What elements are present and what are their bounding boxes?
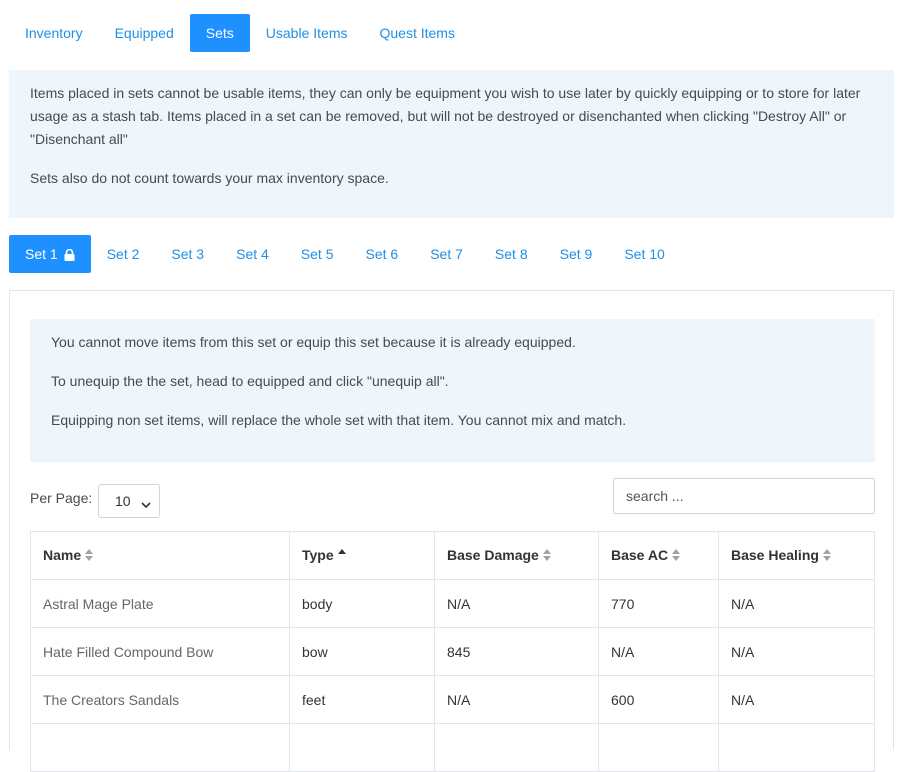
table-row[interactable]: The Creators Sandals feet N/A 600 N/A bbox=[30, 675, 875, 724]
item-name-cell bbox=[30, 723, 290, 772]
item-base-ac-cell: N/A bbox=[598, 627, 719, 676]
tab-set-6[interactable]: Set 6 bbox=[350, 235, 415, 273]
notice-line-1: You cannot move items from this set or e… bbox=[51, 334, 576, 350]
item-base-damage-cell: N/A bbox=[434, 675, 599, 724]
tab-sets[interactable]: Sets bbox=[189, 14, 250, 52]
item-base-ac-cell: 600 bbox=[598, 675, 719, 724]
item-base-healing-cell: N/A bbox=[718, 627, 875, 676]
top-tabs: Inventory Equipped Sets Usable Items Que… bbox=[9, 14, 471, 52]
tab-set-9[interactable]: Set 9 bbox=[544, 235, 609, 273]
table-header-row: Name Type Base Damage Base AC Base Heali… bbox=[30, 531, 875, 580]
tab-set-4[interactable]: Set 4 bbox=[220, 235, 285, 273]
item-type-cell bbox=[289, 723, 435, 772]
tab-set-5[interactable]: Set 5 bbox=[285, 235, 350, 273]
search-input[interactable] bbox=[613, 478, 875, 514]
item-base-healing-cell bbox=[718, 723, 875, 772]
table-row[interactable] bbox=[30, 723, 875, 772]
item-name-cell: The Creators Sandals bbox=[30, 675, 290, 724]
column-name-label: Name bbox=[43, 546, 82, 563]
item-base-damage-cell: 845 bbox=[434, 627, 599, 676]
per-page-value: 10 bbox=[115, 493, 131, 509]
set-items-table: Name Type Base Damage Base AC Base Heali… bbox=[30, 531, 875, 772]
item-type-cell: body bbox=[289, 579, 435, 628]
tab-set-10[interactable]: Set 10 bbox=[608, 235, 680, 273]
column-base-damage-label: Base Damage bbox=[447, 546, 539, 563]
item-name-cell: Astral Mage Plate bbox=[30, 579, 290, 628]
table-row[interactable]: Astral Mage Plate body N/A 770 N/A bbox=[30, 579, 875, 628]
per-page-select[interactable]: 10 bbox=[98, 484, 160, 518]
notice-line-3: Equipping non set items, will replace th… bbox=[51, 412, 627, 428]
column-header-base-healing[interactable]: Base Healing bbox=[718, 531, 875, 580]
item-name-cell: Hate Filled Compound Bow bbox=[30, 627, 290, 676]
column-header-type[interactable]: Type bbox=[289, 531, 435, 580]
lock-icon bbox=[64, 248, 75, 261]
table-row[interactable]: Hate Filled Compound Bow bow 845 N/A N/A bbox=[30, 627, 875, 676]
tab-usable-items[interactable]: Usable Items bbox=[250, 14, 364, 52]
column-type-label: Type bbox=[302, 546, 334, 563]
tab-equipped[interactable]: Equipped bbox=[99, 14, 190, 52]
item-base-healing-cell: N/A bbox=[718, 579, 875, 628]
item-base-ac-cell: 770 bbox=[598, 579, 719, 628]
column-base-healing-label: Base Healing bbox=[731, 546, 819, 563]
sort-icon bbox=[822, 548, 831, 564]
chevron-down-icon bbox=[141, 496, 151, 512]
tab-set-3[interactable]: Set 3 bbox=[155, 235, 220, 273]
sets-info-text: Items placed in sets cannot be usable it… bbox=[30, 85, 861, 147]
item-base-healing-cell: N/A bbox=[718, 675, 875, 724]
set-panel: You cannot move items from this set or e… bbox=[9, 290, 894, 772]
equipped-set-notice: You cannot move items from this set or e… bbox=[30, 319, 875, 462]
column-header-base-damage[interactable]: Base Damage bbox=[434, 531, 599, 580]
item-type-cell: feet bbox=[289, 675, 435, 724]
per-page-label: Per Page: bbox=[30, 490, 93, 506]
column-base-ac-label: Base AC bbox=[611, 546, 669, 563]
item-type-cell: bow bbox=[289, 627, 435, 676]
tab-quest-items[interactable]: Quest Items bbox=[363, 14, 470, 52]
sort-icon bbox=[542, 548, 551, 564]
sets-info-box: Items placed in sets cannot be usable it… bbox=[9, 70, 894, 218]
sort-icon bbox=[85, 548, 94, 564]
item-base-ac-cell bbox=[598, 723, 719, 772]
tab-set-8[interactable]: Set 8 bbox=[479, 235, 544, 273]
tab-set-2[interactable]: Set 2 bbox=[91, 235, 156, 273]
sort-icon bbox=[672, 548, 681, 564]
sort-ascending-icon bbox=[337, 548, 346, 564]
item-base-damage-cell: N/A bbox=[434, 579, 599, 628]
item-base-damage-cell bbox=[434, 723, 599, 772]
tab-set-1-label: Set 1 bbox=[25, 246, 58, 262]
set-tabs: Set 1 Set 2 Set 3 Set 4 Set 5 Set 6 Set … bbox=[9, 235, 681, 273]
tab-inventory[interactable]: Inventory bbox=[9, 14, 99, 52]
sets-info-note: Sets also do not count towards your max … bbox=[30, 170, 389, 186]
column-header-base-ac[interactable]: Base AC bbox=[598, 531, 719, 580]
column-header-name[interactable]: Name bbox=[30, 531, 290, 580]
tab-set-7[interactable]: Set 7 bbox=[414, 235, 479, 273]
tab-set-1[interactable]: Set 1 bbox=[9, 235, 91, 273]
notice-line-2: To unequip the the set, head to equipped… bbox=[51, 373, 449, 389]
